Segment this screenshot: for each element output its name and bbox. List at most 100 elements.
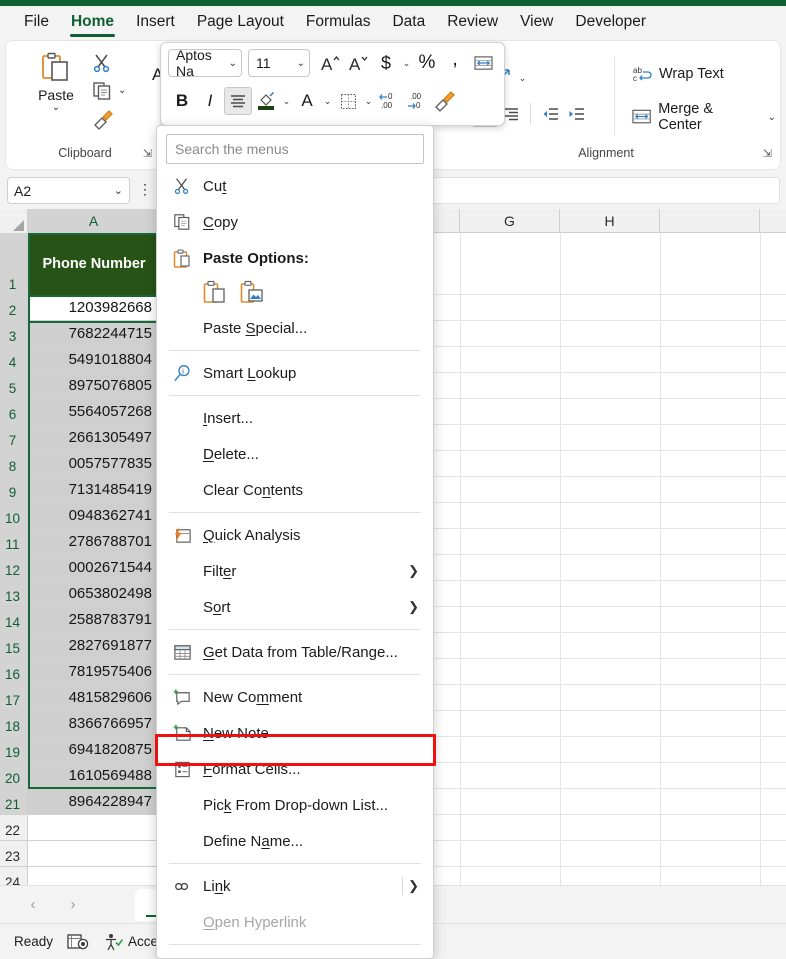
- percent-style-button[interactable]: %: [413, 49, 441, 77]
- clipboard-dialog-launcher-icon[interactable]: ⇲: [143, 147, 152, 160]
- row-header-16[interactable]: 16: [0, 659, 28, 685]
- tab-review[interactable]: Review: [437, 9, 508, 37]
- minibar-format-painter-button[interactable]: [431, 87, 459, 115]
- row-header-21[interactable]: 21: [0, 789, 28, 815]
- decrease-indent-button[interactable]: [537, 101, 563, 127]
- wrap-text-button[interactable]: ab c Wrap Text: [632, 65, 724, 83]
- menu-item-get-data-from-table-range[interactable]: Get Data from Table/Range...: [157, 634, 433, 670]
- cell-A9[interactable]: 7131485419: [28, 477, 160, 503]
- menu-item-paste-special[interactable]: Paste Special...: [157, 310, 433, 346]
- menu-item-define-name[interactable]: Define Name...: [157, 823, 433, 859]
- cell-A7[interactable]: 2661305497: [28, 425, 160, 451]
- menu-search-box[interactable]: Search the menus: [166, 134, 424, 164]
- row-header-19[interactable]: 19: [0, 737, 28, 763]
- alignment-dialog-launcher-icon[interactable]: ⇲: [763, 147, 772, 160]
- cell-A1[interactable]: Phone Number: [28, 233, 160, 295]
- cell-A3[interactable]: 7682244715: [28, 321, 160, 347]
- menu-item-quick-analysis[interactable]: Quick Analysis: [157, 517, 433, 553]
- format-painter-button[interactable]: [92, 109, 114, 131]
- tab-developer[interactable]: Developer: [565, 9, 656, 37]
- name-box-chevron-down-icon[interactable]: ⌄: [114, 184, 123, 197]
- row-header-24[interactable]: 24: [0, 867, 28, 885]
- select-all-button[interactable]: [0, 209, 28, 233]
- menu-item-delete[interactable]: Delete...: [157, 436, 433, 472]
- menu-item-link[interactable]: Link ❯: [157, 868, 433, 904]
- merge-center-chevron-down-icon[interactable]: ⌄: [768, 112, 776, 123]
- row-header-3[interactable]: 3: [0, 321, 28, 347]
- cell-A8[interactable]: 0057577835: [28, 451, 160, 477]
- font-size-chevron-down-icon[interactable]: ⌄: [292, 58, 305, 69]
- column-header-a[interactable]: A: [28, 209, 160, 233]
- sheet-next-button[interactable]: ›: [62, 894, 84, 916]
- cell-A19[interactable]: 6941820875: [28, 737, 160, 763]
- increase-indent-button[interactable]: [563, 101, 589, 127]
- minibar-merge-center-button[interactable]: [469, 49, 497, 77]
- menu-item-insert[interactable]: Insert...: [157, 400, 433, 436]
- row-header-12[interactable]: 12: [0, 555, 28, 581]
- cell-A24[interactable]: [28, 867, 160, 885]
- row-header-17[interactable]: 17: [0, 685, 28, 711]
- row-header-23[interactable]: 23: [0, 841, 28, 867]
- cut-button[interactable]: [92, 53, 112, 73]
- row-header-1[interactable]: 1: [0, 233, 28, 295]
- name-box[interactable]: A2 ⌄: [7, 177, 130, 204]
- menu-item-pick-from-dropdown-list[interactable]: Pick From Drop-down List...: [157, 787, 433, 823]
- row-header-20[interactable]: 20: [0, 763, 28, 789]
- row-header-9[interactable]: 9: [0, 477, 28, 503]
- row-header-22[interactable]: 22: [0, 815, 28, 841]
- cell-A6[interactable]: 5564057268: [28, 399, 160, 425]
- accessibility-checker-button[interactable]: Acce: [103, 933, 158, 951]
- minibar-bold-button[interactable]: B: [168, 87, 196, 115]
- cell-A5[interactable]: 8975076805: [28, 373, 160, 399]
- paste-values-picture-button[interactable]: [240, 280, 265, 306]
- comma-style-button[interactable]: ,: [441, 48, 469, 77]
- font-name-chevron-down-icon[interactable]: ⌄: [224, 58, 237, 69]
- row-header-5[interactable]: 5: [0, 373, 28, 399]
- row-header-2[interactable]: 2: [0, 295, 28, 321]
- minibar-italic-button[interactable]: I: [196, 87, 224, 115]
- minibar-fill-color-button[interactable]: [252, 87, 280, 115]
- cell-A2[interactable]: 1203982668: [28, 295, 160, 321]
- menu-item-smart-lookup[interactable]: i Smart Lookup: [157, 355, 433, 391]
- row-header-11[interactable]: 11: [0, 529, 28, 555]
- row-header-13[interactable]: 13: [0, 581, 28, 607]
- column-header-g[interactable]: G: [460, 209, 560, 233]
- row-header-15[interactable]: 15: [0, 633, 28, 659]
- cell-A20[interactable]: 1610569488: [28, 763, 160, 789]
- minibar-fill-chevron-down-icon[interactable]: ⌄: [280, 96, 293, 107]
- tab-home[interactable]: Home: [61, 9, 124, 37]
- tab-formulas[interactable]: Formulas: [296, 9, 381, 37]
- cell-A18[interactable]: 8366766957: [28, 711, 160, 737]
- cell-A14[interactable]: 2588783791: [28, 607, 160, 633]
- decrease-font-size-button[interactable]: A: [344, 49, 372, 77]
- minibar-borders-button[interactable]: [334, 87, 362, 115]
- tab-page-layout[interactable]: Page Layout: [187, 9, 294, 37]
- minibar-align-center-button[interactable]: [224, 87, 252, 115]
- cell-A12[interactable]: 0002671544: [28, 555, 160, 581]
- merge-center-button[interactable]: Merge & Center ⌄: [632, 101, 776, 133]
- cell-A13[interactable]: 0653802498: [28, 581, 160, 607]
- font-name-combo[interactable]: Aptos Na ⌄: [168, 47, 242, 79]
- cell-A11[interactable]: 2786788701: [28, 529, 160, 555]
- tab-data[interactable]: Data: [382, 9, 435, 37]
- copy-chevron-down-icon[interactable]: ⌄: [118, 85, 126, 96]
- menu-item-copy[interactable]: Copy: [157, 204, 433, 240]
- font-size-combo[interactable]: 11 ⌄: [248, 49, 310, 77]
- row-header-10[interactable]: 10: [0, 503, 28, 529]
- tab-insert[interactable]: Insert: [126, 9, 185, 37]
- formula-bar-more-icon[interactable]: ⋮: [138, 182, 152, 196]
- cell-A17[interactable]: 4815829606: [28, 685, 160, 711]
- row-header-14[interactable]: 14: [0, 607, 28, 633]
- sheet-prev-button[interactable]: ‹: [22, 894, 44, 916]
- decrease-decimal-button[interactable]: 0 .00: [375, 87, 403, 115]
- menu-item-clear-contents[interactable]: Clear Contents: [157, 472, 433, 508]
- column-header-i[interactable]: [660, 209, 760, 233]
- accounting-chevron-down-icon[interactable]: ⌄: [400, 58, 413, 69]
- row-header-4[interactable]: 4: [0, 347, 28, 373]
- row-header-8[interactable]: 8: [0, 451, 28, 477]
- menu-item-format-cells[interactable]: Format Cells...: [157, 751, 433, 787]
- menu-item-new-comment[interactable]: New Comment: [157, 679, 433, 715]
- row-header-6[interactable]: 6: [0, 399, 28, 425]
- tab-view[interactable]: View: [510, 9, 563, 37]
- row-header-18[interactable]: 18: [0, 711, 28, 737]
